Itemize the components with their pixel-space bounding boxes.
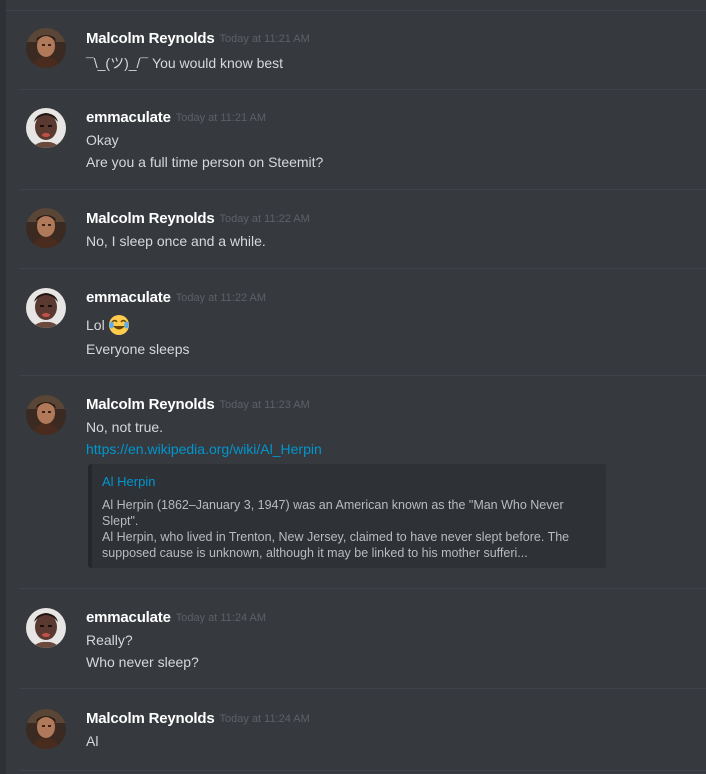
- message-header: emmaculate Today at 11:21 AM: [86, 109, 266, 127]
- avatar[interactable]: [26, 208, 66, 248]
- username[interactable]: Malcolm Reynolds: [86, 396, 215, 413]
- message-group: Malcolm Reynolds Today at 11:23 AM No, no…: [6, 376, 706, 589]
- embed-description: Al Herpin, who lived in Trenton, New Jer…: [102, 530, 570, 560]
- chat-messages[interactable]: Malcolm Reynolds Today at 11:21 AM ¯\_(ツ)…: [0, 0, 706, 774]
- message-link-line: https://en.wikipedia.org/wiki/Al_Herpin: [86, 441, 322, 457]
- timestamp: Today at 11:22 AM: [219, 213, 310, 225]
- timestamp: Today at 11:23 AM: [219, 399, 310, 411]
- avatar[interactable]: [26, 709, 66, 749]
- malcolm-avatar-icon: [26, 28, 66, 68]
- link-embed: Al Herpin Al Herpin (1862–January 3, 194…: [88, 464, 606, 568]
- message-group: Malcolm Reynolds Today at 11:24 AM Al: [6, 689, 706, 771]
- message-divider: [20, 770, 706, 771]
- embed-title[interactable]: Al Herpin: [102, 474, 594, 489]
- avatar[interactable]: [26, 28, 66, 68]
- timestamp: Today at 11:21 AM: [219, 33, 310, 45]
- message-text: No, I sleep once and a while.: [86, 233, 266, 249]
- embed-description: Al Herpin (1862–January 3, 1947) was an …: [102, 498, 564, 528]
- message-text-span: Lol: [86, 317, 105, 333]
- username[interactable]: emmaculate: [86, 109, 171, 126]
- username[interactable]: emmaculate: [86, 289, 171, 306]
- avatar[interactable]: [26, 108, 66, 148]
- message-text: Okay: [86, 132, 119, 148]
- emmaculate-avatar-icon: [26, 108, 66, 148]
- message-text: Are you a full time person on Steemit?: [86, 154, 324, 170]
- emmaculate-avatar-icon: [26, 608, 66, 648]
- message-text: ¯\_(ツ)_/¯ You would know best: [86, 55, 284, 71]
- avatar[interactable]: [26, 288, 66, 328]
- username[interactable]: Malcolm Reynolds: [86, 210, 215, 227]
- message-group: emmaculate Today at 11:22 AM Lol Everyone…: [6, 269, 706, 376]
- message-header: Malcolm Reynolds Today at 11:22 AM: [86, 210, 310, 228]
- username[interactable]: emmaculate: [86, 609, 171, 626]
- timestamp: Today at 11:21 AM: [175, 112, 267, 124]
- message-header: emmaculate Today at 11:22 AM: [86, 289, 266, 307]
- emmaculate-avatar-icon: [26, 288, 66, 328]
- message-header: Malcolm Reynolds Today at 11:21 AM: [86, 30, 310, 48]
- joy-emoji-icon[interactable]: [108, 314, 130, 336]
- message-text: Who never sleep?: [86, 654, 199, 670]
- message-text: Really?: [86, 632, 133, 648]
- message-header: Malcolm Reynolds Today at 11:23 AM: [86, 396, 310, 414]
- message-link[interactable]: https://en.wikipedia.org/wiki/Al_Herpin: [86, 441, 322, 457]
- avatar[interactable]: [26, 395, 66, 435]
- message-text: Al: [86, 733, 99, 749]
- timestamp: Today at 11:22 AM: [175, 292, 267, 304]
- message-group: Malcolm Reynolds Today at 11:21 AM ¯\_(ツ)…: [6, 11, 706, 90]
- message-text: Lol: [86, 314, 130, 336]
- message-header: emmaculate Today at 11:24 AM: [86, 609, 266, 627]
- timestamp: Today at 11:24 AM: [219, 713, 310, 725]
- timestamp: Today at 11:24 AM: [175, 612, 267, 624]
- malcolm-avatar-icon: [26, 709, 66, 749]
- malcolm-avatar-icon: [26, 208, 66, 248]
- message-text: No, not true.: [86, 419, 164, 435]
- avatar[interactable]: [26, 608, 66, 648]
- message-group: emmaculate Today at 11:24 AM Really? Who …: [6, 589, 706, 689]
- username[interactable]: Malcolm Reynolds: [86, 30, 215, 47]
- malcolm-avatar-icon: [26, 395, 66, 435]
- message-header: Malcolm Reynolds Today at 11:24 AM: [86, 710, 310, 728]
- username[interactable]: Malcolm Reynolds: [86, 710, 215, 727]
- message-group: Malcolm Reynolds Today at 11:22 AM No, I …: [6, 190, 706, 269]
- message-group: emmaculate Today at 11:21 AM Okay Are you…: [6, 90, 706, 190]
- message-text: Everyone sleeps: [86, 341, 190, 357]
